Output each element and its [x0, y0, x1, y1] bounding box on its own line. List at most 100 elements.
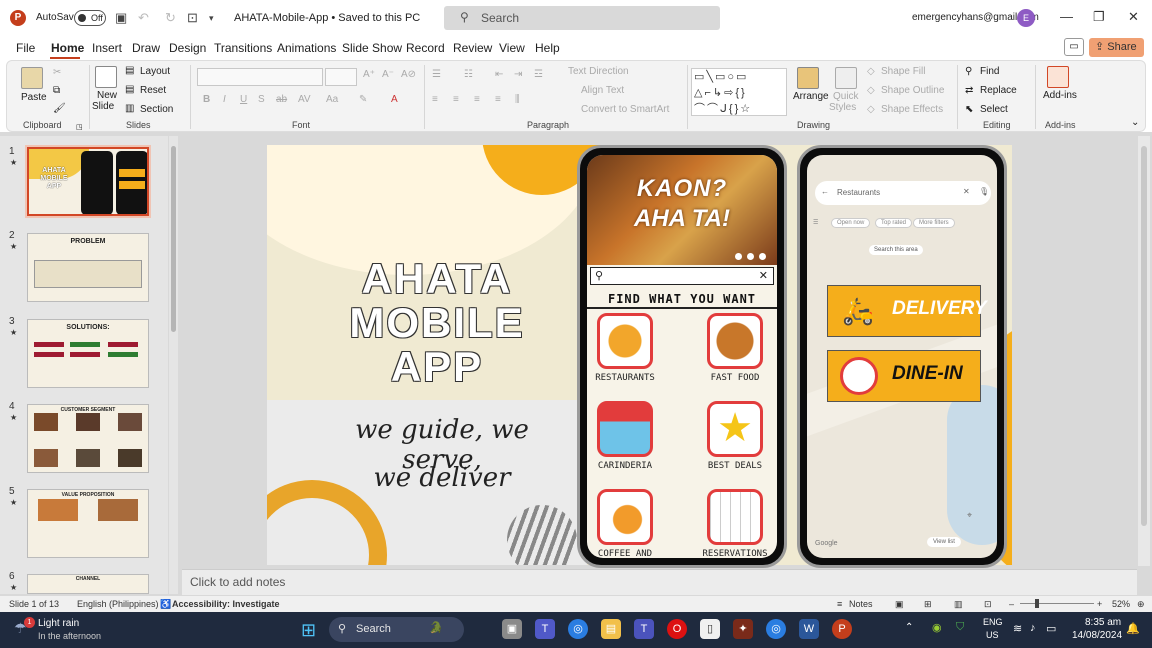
avatar[interactable]: E — [1017, 9, 1035, 27]
carousel-dot[interactable] — [759, 253, 766, 260]
normal-view-icon[interactable]: ▣ — [895, 599, 904, 610]
paste-button[interactable]: Paste — [21, 92, 47, 103]
delivery-button[interactable]: 🛵 DELIVERY — [827, 285, 987, 337]
accessibility-status[interactable]: Accessibility: Investigate — [172, 599, 280, 609]
clock-date[interactable]: 14/08/2024 — [1072, 630, 1122, 641]
editor-scrollbar-thumb[interactable] — [1141, 146, 1147, 526]
bold-icon[interactable]: B — [203, 94, 210, 105]
quick-styles-icon[interactable] — [835, 67, 857, 89]
chrome-icon[interactable]: ◎ — [568, 619, 588, 639]
tray-app-icon[interactable]: ◉ — [932, 621, 942, 634]
justify-icon[interactable]: ≡ — [495, 94, 501, 105]
category-reservations[interactable]: RESERVATIONS — [700, 489, 770, 558]
clipboard-launcher-icon[interactable]: ◳ — [76, 123, 83, 131]
change-case-icon[interactable]: Aa — [326, 94, 338, 105]
convert-smartart-button[interactable]: Convert to SmartArt — [581, 104, 669, 115]
slide-thumbnail-4[interactable]: CUSTOMER SEGMENT — [27, 404, 149, 473]
tray-overflow-icon[interactable]: ⌃ — [905, 622, 913, 633]
shape-effects-icon[interactable]: ◇ — [867, 104, 875, 115]
tab-design[interactable]: Design — [169, 41, 206, 55]
tab-file[interactable]: File — [16, 41, 35, 55]
clock-time[interactable]: 8:35 am — [1085, 617, 1121, 628]
location-icon[interactable]: ⌖ — [967, 510, 972, 521]
reset-button[interactable]: Reset — [140, 85, 166, 96]
align-text-button[interactable]: Align Text — [581, 85, 624, 96]
format-painter-icon[interactable]: 🖌 — [53, 103, 66, 114]
new-slide-icon[interactable] — [95, 66, 117, 88]
tab-record[interactable]: Record — [406, 41, 445, 55]
keyboard-lang-1[interactable]: ENG — [983, 617, 1003, 627]
columns-icon[interactable]: ⫼ — [515, 94, 520, 105]
zoom-slider[interactable] — [1020, 603, 1094, 604]
font-name-combo[interactable] — [197, 68, 323, 86]
slide-thumbnail-5[interactable]: VALUE PROPOSITION — [27, 489, 149, 558]
italic-icon[interactable]: I — [223, 94, 226, 105]
filter-icon[interactable]: ☰ — [813, 219, 818, 226]
tab-draw[interactable]: Draw — [132, 41, 160, 55]
category-carinderia[interactable]: CARINDERIA — [590, 401, 660, 471]
chip-open-now[interactable]: Open now — [831, 218, 871, 228]
select-button[interactable]: Select — [980, 104, 1008, 115]
replace-icon[interactable]: ⇄ — [965, 85, 973, 96]
tab-transitions[interactable]: Transitions — [214, 41, 272, 55]
tab-view[interactable]: View — [499, 41, 525, 55]
opera-icon[interactable]: O — [667, 619, 687, 639]
find-icon[interactable]: ⚲ — [965, 66, 972, 77]
tab-help[interactable]: Help — [535, 41, 560, 55]
teams-chat-icon[interactable]: T — [535, 619, 555, 639]
word-icon[interactable]: W — [799, 619, 819, 639]
weather-title[interactable]: Light rain — [38, 618, 79, 629]
highlight-icon[interactable]: ✎ — [359, 94, 367, 105]
align-right-icon[interactable]: ≡ — [474, 94, 480, 105]
tab-animations[interactable]: Animations — [277, 41, 336, 55]
section-button[interactable]: Section — [140, 104, 173, 115]
add-ins-icon[interactable] — [1047, 66, 1069, 88]
arrange-button[interactable]: Arrange — [793, 91, 829, 102]
taskbar-search-input[interactable]: ⚲ Search 🐊 — [329, 617, 464, 642]
reset-icon[interactable]: ▤ — [125, 84, 134, 95]
scrollbar-thumb[interactable] — [171, 146, 176, 332]
document-title[interactable]: AHATA-Mobile-App • Saved to this PC — [234, 12, 420, 24]
zoom-slider-thumb[interactable] — [1035, 599, 1039, 608]
section-icon[interactable]: ▥ — [125, 103, 134, 114]
volume-icon[interactable]: ♪ — [1030, 622, 1036, 634]
notification-icon[interactable]: 🔔 — [1126, 622, 1140, 635]
notes-icon[interactable]: ≡ — [837, 599, 842, 609]
slide-thumbnail-1[interactable]: AHATA MOBILE APP — [27, 147, 149, 216]
paste-icon[interactable] — [21, 67, 43, 89]
chip-more-filters[interactable]: More filters — [913, 218, 955, 228]
zoom-level[interactable]: 52% — [1112, 599, 1130, 609]
view-list-button[interactable]: View list — [927, 537, 961, 547]
quick-styles-label[interactable]: Quick — [833, 91, 859, 102]
reading-view-icon[interactable]: ▥ — [954, 599, 963, 610]
redo-icon[interactable]: ↻ — [165, 10, 176, 26]
chrome-profile-icon[interactable]: ◎ — [766, 619, 786, 639]
back-arrow-icon[interactable]: ← — [821, 187, 829, 196]
keyboard-lang-2[interactable]: US — [986, 630, 999, 640]
app-search-input[interactable]: ⚲ ✕ — [590, 267, 774, 285]
wifi-icon[interactable]: ≋ — [1013, 622, 1022, 635]
restore-icon[interactable]: ❐ — [1093, 9, 1105, 25]
copy-icon[interactable]: ⧉ — [53, 85, 60, 96]
select-icon[interactable]: ⬉ — [965, 104, 973, 115]
add-ins-button[interactable]: Add-ins — [1043, 90, 1077, 101]
grow-font-icon[interactable]: A⁺ — [363, 69, 375, 80]
customize-toolbar-icon[interactable]: ▾ — [209, 13, 214, 24]
arrange-icon[interactable] — [797, 67, 819, 89]
comments-button[interactable]: ▭ — [1064, 38, 1084, 56]
file-explorer-icon[interactable]: ▤ — [601, 619, 621, 639]
game-icon[interactable]: ✦ — [733, 619, 753, 639]
language-status[interactable]: English (Philippines) — [77, 599, 159, 609]
line-spacing-icon[interactable]: ☲ — [534, 69, 543, 80]
notepad-icon[interactable]: ▯ — [700, 619, 720, 639]
carousel-dot[interactable] — [747, 253, 754, 260]
category-fast-food[interactable]: FAST FOOD — [700, 313, 770, 383]
shape-outline-icon[interactable]: ◇ — [867, 85, 875, 96]
save-icon[interactable]: ▣ — [115, 10, 127, 26]
chip-top-rated[interactable]: Top rated — [875, 218, 913, 228]
bullets-icon[interactable]: ☰ — [432, 69, 441, 80]
layout-button[interactable]: Layout — [140, 66, 170, 77]
category-best-deals[interactable]: ★ BEST DEALS — [700, 401, 770, 471]
collapse-ribbon-icon[interactable]: ⌄ — [1131, 117, 1139, 128]
undo-icon[interactable]: ↶ — [138, 10, 149, 26]
